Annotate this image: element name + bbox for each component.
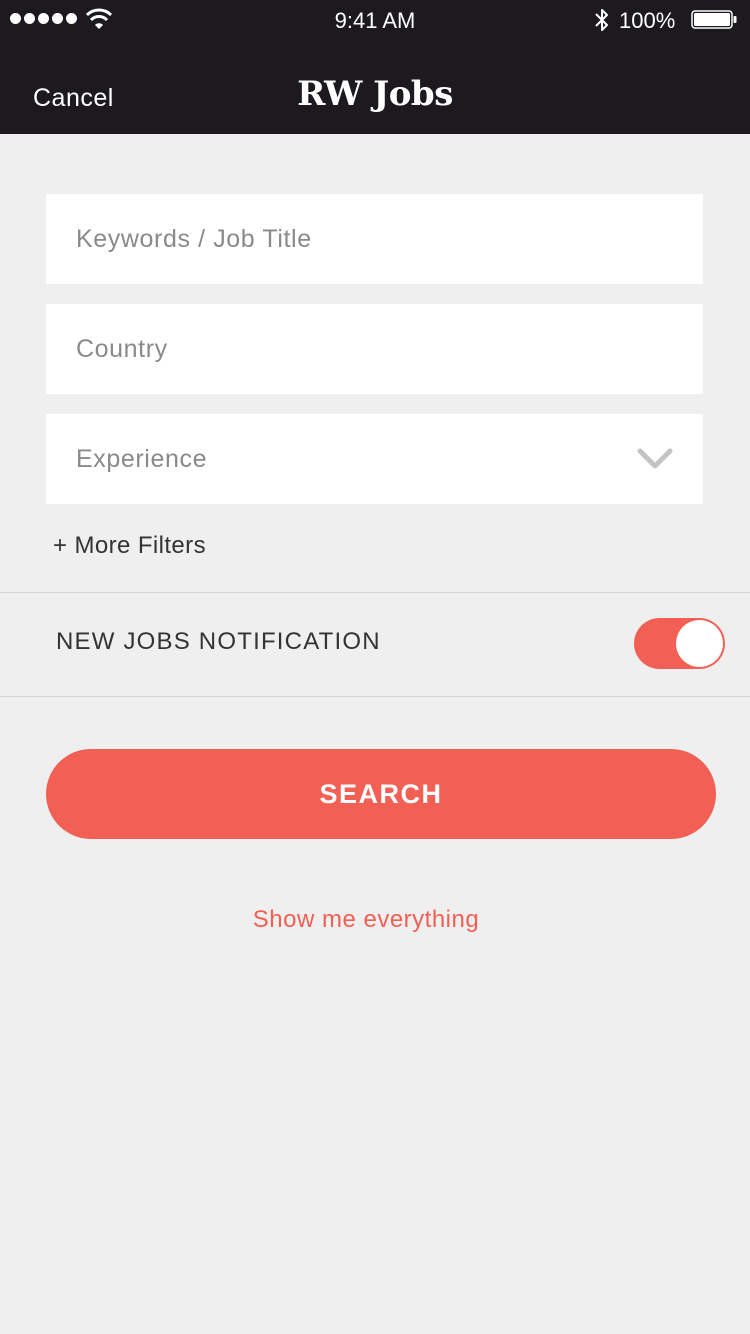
notification-label: NEW JOBS NOTIFICATION [56, 628, 381, 655]
country-placeholder: Country [76, 334, 168, 363]
app-header: 9:41 AM 100% Cancel RW Jobs [0, 0, 750, 134]
country-input[interactable]: Country [46, 304, 703, 394]
keywords-placeholder: Keywords / Job Title [76, 224, 312, 253]
toggle-knob [676, 620, 723, 667]
chevron-down-icon [637, 448, 673, 469]
page-title: RW Jobs [297, 74, 453, 114]
status-bar: 9:41 AM 100% [0, 0, 750, 40]
divider [0, 592, 750, 593]
notification-toggle[interactable] [634, 618, 725, 669]
experience-select[interactable]: Experience [46, 414, 703, 504]
more-filters-link[interactable]: + More Filters [53, 532, 206, 560]
search-button-label: SEARCH [319, 778, 443, 809]
search-button[interactable]: SEARCH [46, 749, 716, 839]
keywords-input[interactable]: Keywords / Job Title [46, 194, 703, 284]
battery-icon [691, 10, 737, 29]
divider [0, 696, 750, 697]
battery-percent: 100% [619, 8, 676, 33]
bluetooth-icon [595, 9, 608, 31]
experience-placeholder: Experience [76, 444, 208, 473]
show-everything-link[interactable]: Show me everything [0, 906, 732, 934]
